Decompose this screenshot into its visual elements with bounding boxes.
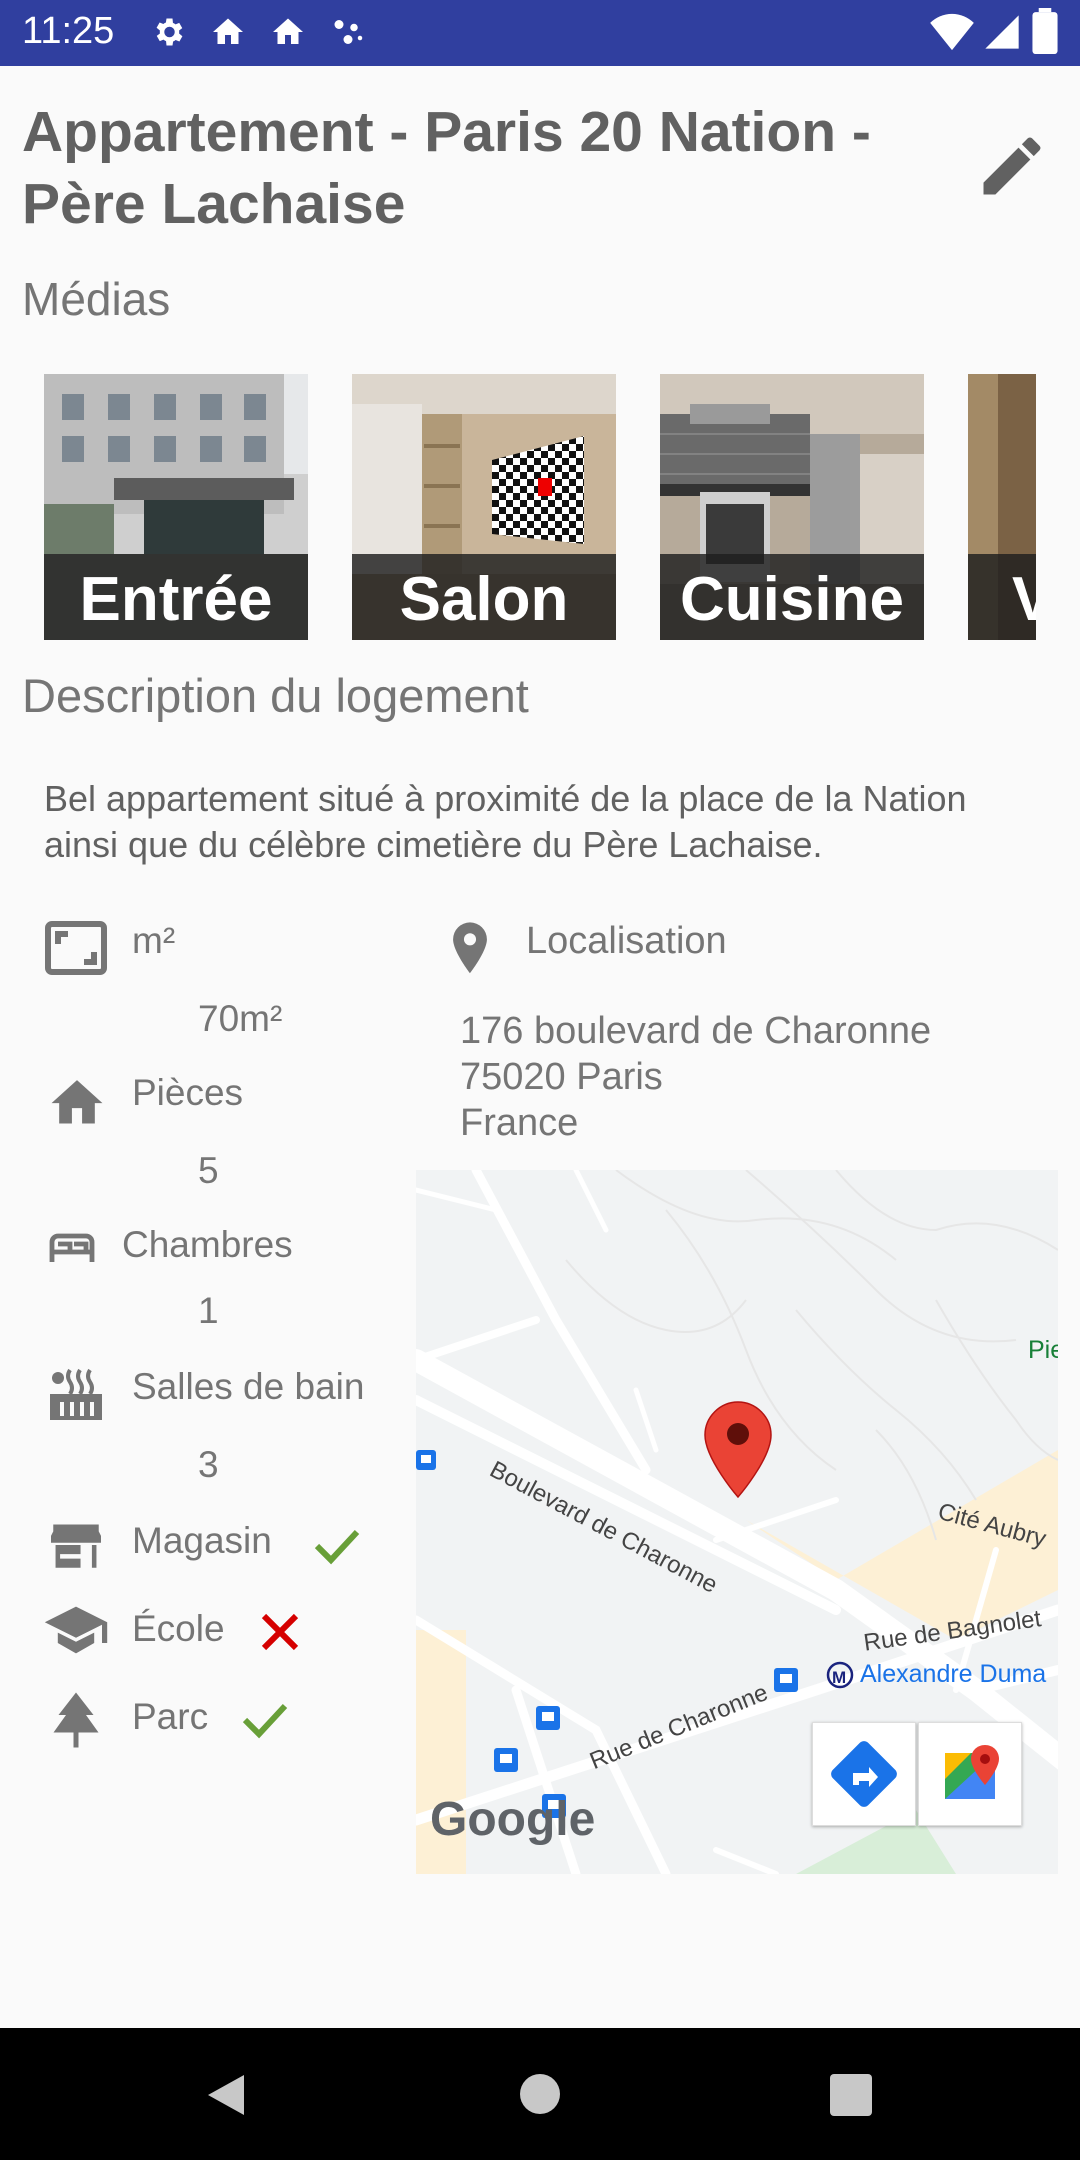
bedrooms-label: Chambres (122, 1224, 293, 1265)
home-nav-icon[interactable] (518, 2072, 562, 2116)
shop-check-icon (314, 1529, 360, 1565)
description-section-label: Description du logement (22, 669, 529, 722)
assistant-dots-icon (334, 20, 363, 44)
media-thumbnail-salon[interactable]: Salon (352, 374, 616, 640)
edit-icon[interactable] (974, 128, 1050, 204)
rooms-value: 5 (198, 1150, 219, 1191)
bathrooms-label: Salles de bain (132, 1366, 365, 1407)
school-icon (44, 1606, 108, 1654)
address: 176 boulevard de Charonne 75020 Paris Fr… (460, 1008, 931, 1146)
rooms-label: Pièces (132, 1072, 244, 1113)
address-line-country: France (460, 1102, 579, 1144)
navigation-bar (0, 2028, 1080, 2160)
description-text: Bel appartement situé à proximité de la … (44, 778, 967, 865)
media-thumbnail-cuisine[interactable]: Cuisine (660, 374, 924, 640)
map-label-poi: Pie (1028, 1336, 1058, 1364)
signal-icon (985, 15, 1019, 49)
map-label-metro: Alexandre Duma (860, 1660, 1047, 1688)
address-line-city: 75020 Paris (460, 1056, 663, 1098)
media-carousel[interactable]: Entrée Salon Cuisine V (44, 374, 1036, 640)
park-tree-icon (53, 1692, 99, 1748)
media-caption: Entrée (44, 554, 308, 640)
location-pin-icon (453, 922, 487, 974)
status-bar: 11:25 (0, 0, 1080, 66)
surface-label: m² (132, 920, 176, 961)
map-view[interactable]: M Boulevard de Charonne Cité Aubry Rue d… (416, 1170, 1058, 1874)
store-icon (51, 1524, 101, 1568)
home-icon (273, 18, 303, 44)
media-caption: V (968, 554, 1036, 640)
directions-button[interactable] (812, 1722, 916, 1826)
surface-value: 70m² (198, 998, 283, 1039)
wifi-icon (930, 13, 974, 51)
svg-text:M: M (832, 1668, 846, 1687)
bedrooms-value: 1 (198, 1290, 219, 1331)
media-section-label: Médias (22, 273, 171, 325)
media-caption: Salon (352, 554, 616, 640)
location-label: Localisation (526, 920, 727, 962)
address-line-street: 176 boulevard de Charonne (460, 1010, 932, 1052)
google-maps-icon (945, 1745, 999, 1799)
directions-icon (831, 1741, 897, 1807)
media-caption: Cuisine (660, 554, 924, 640)
media-thumbnail-partial[interactable]: V (968, 374, 1036, 640)
surface-icon (45, 921, 107, 975)
media-thumbnail-entree[interactable]: Entrée (44, 374, 308, 640)
school-label: École (132, 1608, 225, 1649)
back-icon[interactable] (204, 2070, 248, 2120)
status-time: 11:25 (22, 10, 115, 52)
park-label: Parc (132, 1696, 209, 1737)
home-icon (213, 18, 243, 44)
open-in-maps-button[interactable] (918, 1722, 1022, 1826)
page-title: Appartement - Paris 20 Nation - Père Lac… (22, 100, 871, 236)
rooms-home-icon (51, 1080, 103, 1124)
bed-icon (49, 1233, 95, 1262)
bathrooms-value: 3 (198, 1444, 219, 1485)
settings-icon (156, 18, 183, 46)
battery-icon (1032, 8, 1058, 54)
school-cross-icon (261, 1613, 299, 1651)
park-check-icon (242, 1703, 288, 1739)
hot-tub-icon (50, 1368, 102, 1420)
shop-label: Magasin (132, 1520, 272, 1561)
recents-icon[interactable] (830, 2074, 872, 2116)
google-logo: Google (430, 1793, 596, 1846)
